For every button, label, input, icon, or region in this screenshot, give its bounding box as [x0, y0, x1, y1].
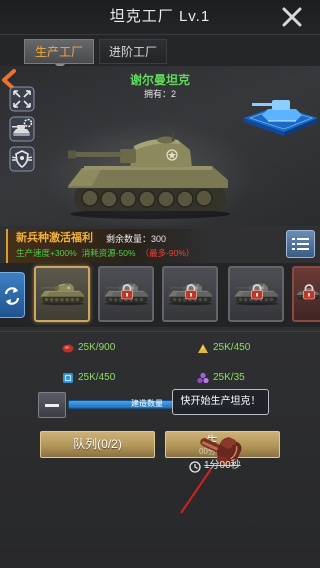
decrease-quantity-button[interactable] [38, 392, 66, 418]
resource-electric: 25K/450 [62, 371, 152, 385]
hologram-tank-icon[interactable] [238, 88, 320, 136]
bonus-effects: 生产速度+300% 消耗资源-50% （最多-90%） [16, 248, 194, 259]
sherman-tank-image [62, 128, 232, 220]
tank-slot-1[interactable] [34, 266, 90, 322]
annotation-arrow [180, 468, 212, 514]
badge-icon[interactable] [9, 146, 35, 172]
swap-arrows-icon [4, 287, 20, 305]
tank-slot-3[interactable] [162, 266, 218, 322]
tab-bar: 生产工厂 进阶工厂 [0, 35, 320, 69]
minus-icon [45, 404, 59, 407]
lock-icon [120, 284, 134, 300]
quantity-label: 建造数量 [131, 399, 163, 408]
bonus-cap: （最多-90%） [140, 248, 195, 258]
bonus-remaining: 剩余数量：300 [106, 234, 167, 244]
tutorial-tooltip: 快开始生产坦克！ [172, 389, 269, 415]
gem-cluster-icon [197, 372, 209, 384]
bonus-banner: 新兵种激活福利 剩余数量：300 生产速度+300% 消耗资源-50% （最多-90… [6, 229, 216, 263]
page-title: 坦克工厂 Lv.1 [109, 8, 211, 25]
lock-icon [250, 284, 264, 300]
list-menu-button[interactable] [286, 230, 315, 258]
tank-slot-5[interactable] [292, 266, 320, 322]
tank-factory-screen: 坦克工厂 Lv.1 生产工厂 进阶工厂 谢尔曼坦克 拥有：2 新兵种激活福利 剩… [0, 0, 320, 568]
resource-mineral: 25K/35 [197, 371, 287, 385]
resource-mineral-value: 25K/35 [213, 372, 245, 383]
resource-food-value: 25K/900 [78, 342, 116, 353]
queue-button[interactable]: 队列(0/2) [40, 431, 155, 458]
close-button[interactable] [281, 6, 303, 28]
tank-slot-4[interactable] [228, 266, 284, 322]
swap-tank-button[interactable] [0, 272, 25, 318]
bonus-title: 新兵种激活福利 [16, 232, 93, 244]
close-icon [282, 7, 302, 27]
bonus-speed: 生产速度+300% [16, 248, 77, 258]
resource-gold: 25K/450 [197, 341, 287, 355]
tank-name: 谢尔曼坦克 [129, 73, 190, 87]
tank-gear-icon[interactable] [9, 116, 35, 142]
section-divider [0, 331, 320, 332]
chip-icon [63, 373, 73, 383]
bonus-cost: 消耗资源-50% [81, 248, 136, 258]
tab-production-factory[interactable]: 生产工厂 [24, 39, 94, 64]
resource-gold-value: 25K/450 [213, 342, 251, 353]
gold-pile-icon [198, 344, 208, 353]
resource-electric-value: 25K/450 [78, 372, 116, 383]
resource-food: 25K/900 [62, 341, 152, 355]
tab-advanced-factory[interactable]: 进阶工厂 [99, 39, 167, 64]
queue-button-label: 队列(0/2) [73, 437, 122, 451]
header-bar: 坦克工厂 Lv.1 [0, 0, 320, 35]
tank-thumbnail [39, 280, 85, 306]
lock-icon [302, 284, 316, 300]
meat-icon [62, 344, 74, 353]
tank-slot-2[interactable] [98, 266, 154, 322]
list-icon [292, 238, 309, 250]
lock-icon [184, 284, 198, 300]
